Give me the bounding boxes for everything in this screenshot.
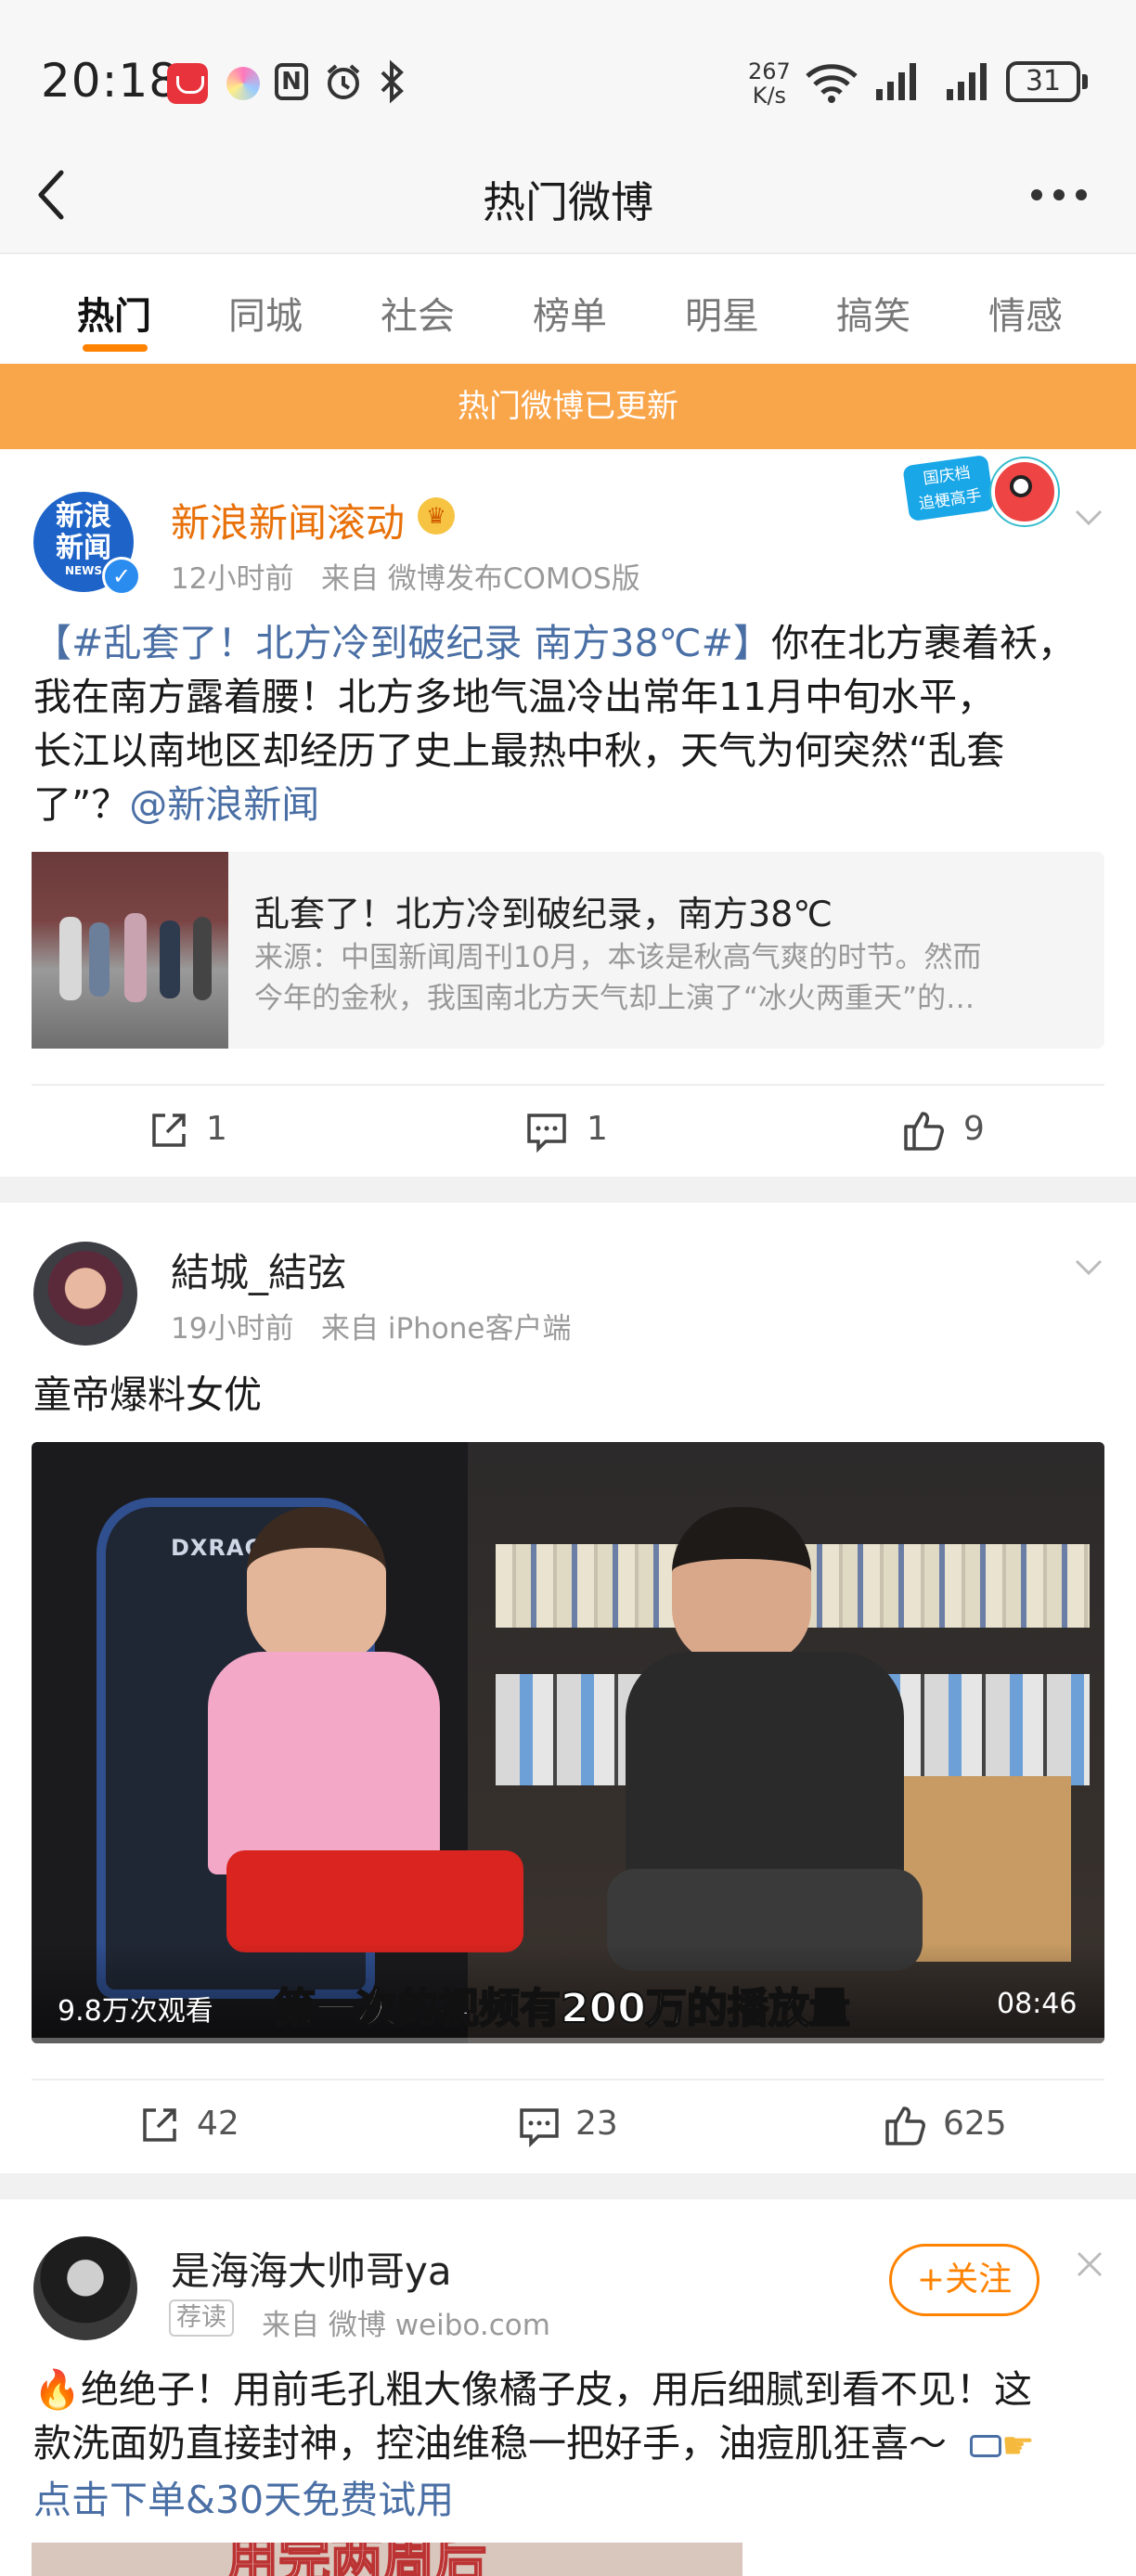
page-title: 热门微博 <box>483 177 653 227</box>
wifi-icon <box>806 64 858 103</box>
repost-count: 1 <box>206 1110 227 1148</box>
thumbs-up-icon <box>904 1112 944 1151</box>
color-circle-icon <box>226 67 260 100</box>
alarm-icon <box>327 64 360 99</box>
signal-icon <box>876 63 916 100</box>
post-source: 来自 微博发布COMOS版 <box>321 562 640 596</box>
comment-icon <box>527 1114 566 1153</box>
post-source: 来自 微博 weibo.com <box>262 2309 550 2342</box>
post-text: 🔥绝绝子！用前毛孔粗大像橘子皮，用后细腻到看不见！这 款洗面奶直接封神，控油维稳… <box>33 2363 1119 2527</box>
post-image-text: 用完两周后 <box>226 2543 487 2576</box>
person-left-shirt <box>208 1652 440 1874</box>
avatar[interactable] <box>33 1242 137 1346</box>
action-divider <box>32 2079 1104 2080</box>
video-player[interactable]: DXRACER 第一次的视频有200万的播放量 9.8万次观看 08:46 <box>32 1442 1104 2043</box>
post-time: 12小时前 <box>171 562 294 596</box>
article-desc-line1: 来源：中国新闻周刊10月，本该是秋高气爽的时节。然而 <box>254 941 982 974</box>
huawei-appgallery-icon <box>167 63 208 104</box>
comment-icon <box>520 2108 559 2147</box>
post-image[interactable]: 用完两周后 <box>32 2543 742 2576</box>
post-author[interactable]: 結城_結弦 <box>171 1242 346 1298</box>
person-left-shorts <box>226 1850 523 1952</box>
like-count: 625 <box>943 2105 1007 2143</box>
post-text: 【#乱套了！北方冷到破纪录 南方38℃#】你在北方裹着袄， 我在南方露着腰！北方… <box>33 616 1110 831</box>
post-text-line2: 款洗面奶直接封神，控油维稳一把好手，油痘肌狂喜～ <box>33 2421 947 2466</box>
comment-count: 1 <box>587 1110 608 1148</box>
post-separator <box>0 1177 1136 1203</box>
video-progress-track <box>32 2038 1104 2043</box>
post-text-line1: 【#乱套了！北方冷到破纪录 南方38℃#】你在北方裹着袄， <box>33 616 1110 670</box>
video-views: 9.8万次观看 <box>58 1995 213 2028</box>
tab-celebrity[interactable]: 明星 <box>666 286 778 340</box>
hashtag-link[interactable]: 【#乱套了！北方冷到破纪录 南方38℃#】 <box>33 621 771 665</box>
chevron-down-icon[interactable] <box>1073 1251 1104 1282</box>
post-text-line3: 长江以南地区却经历了史上最热中秋，天气为何突然“乱套 <box>33 728 1005 773</box>
status-time: 20:18 <box>41 54 180 108</box>
video-camera-icon <box>970 2435 1002 2457</box>
video-subtitle: 第一次的视频有200万的播放量 <box>274 1984 851 2033</box>
avatar[interactable] <box>33 2236 137 2340</box>
net-speed-value: 267 <box>748 58 791 84</box>
post-time: 19小时前 <box>171 1312 294 1346</box>
repost-icon <box>152 1114 186 1147</box>
article-desc-line2: 今年的金秋，我国南北方天气却上演了“冰火两重天”的… <box>254 982 975 1015</box>
post-author[interactable]: 新浪新闻滚动 <box>171 492 405 548</box>
article-desc: 来源：中国新闻周刊10月，本该是秋高气爽的时节。然而 今年的金秋，我国南北方天气… <box>254 937 981 1019</box>
recommend-tag: 荐读 <box>169 2299 234 2337</box>
net-speed: 267 K/s <box>748 59 791 108</box>
crown-icon: ♛ <box>418 497 455 535</box>
repost-icon <box>143 2108 176 2142</box>
post-author[interactable]: 是海海大帅哥ya <box>171 2240 452 2297</box>
mention-link[interactable]: @新浪新闻 <box>129 782 319 827</box>
video-duration: 08:46 <box>997 1988 1078 2020</box>
like-count: 9 <box>963 1110 985 1148</box>
post-text-line2-row: 款洗面奶直接封神，控油维稳一把好手，油痘肌狂喜～ ☛ <box>33 2416 1119 2473</box>
nfc-icon: N <box>275 63 308 100</box>
post-text-line1-rest: 你在北方裹着袄， <box>770 621 1076 665</box>
active-tab-indicator <box>83 344 148 352</box>
post-text-line4-start: 了”？ <box>33 782 130 827</box>
mascot-eye <box>1010 475 1032 497</box>
battery-icon: 31 <box>1006 61 1080 102</box>
article-thumbnail <box>32 852 228 1049</box>
post-text-line2: 我在南方露着腰！北方多地气温冷出常年11月中旬水平， <box>33 675 996 719</box>
sticker-badge: 国庆档 追梗高手 <box>902 454 995 522</box>
avatar-text-line1: 新浪 <box>56 500 111 533</box>
thumbs-up-icon <box>885 2106 925 2145</box>
follow-button[interactable]: +关注 <box>889 2244 1039 2316</box>
tab-emotion[interactable]: 情感 <box>970 286 1081 340</box>
tab-ranking[interactable]: 榜单 <box>514 286 626 340</box>
battery-level: 31 <box>1025 65 1062 97</box>
update-banner[interactable]: 热门微博已更新 <box>0 364 1136 449</box>
person-right-head <box>672 1507 811 1665</box>
post-text: 童帝爆料女优 <box>33 1372 262 1417</box>
tab-funny[interactable]: 搞笑 <box>818 286 929 340</box>
repost-count: 42 <box>197 2105 239 2143</box>
person-right-shirt <box>626 1652 904 1893</box>
article-title: 乱套了！北方冷到破纪录，南方38℃ <box>254 894 833 934</box>
tab-society[interactable]: 社会 <box>362 286 473 340</box>
signal-icon <box>947 63 987 100</box>
post-text-line4: 了”？@新浪新闻 <box>33 778 1110 831</box>
tab-hot[interactable]: 热门 <box>58 286 170 340</box>
post-source: 来自 iPhone客户端 <box>321 1312 572 1346</box>
tab-local[interactable]: 同城 <box>210 286 321 340</box>
verified-badge-icon: ✓ <box>102 557 141 596</box>
net-speed-unit: K/s <box>752 83 787 109</box>
post-separator <box>0 2173 1136 2199</box>
pointing-hand-icon: ☛ <box>1001 2425 1035 2467</box>
chevron-down-icon[interactable] <box>1073 501 1104 533</box>
comment-count: 23 <box>575 2105 618 2143</box>
battery-tip <box>1082 74 1088 89</box>
bluetooth-icon <box>381 59 404 104</box>
promo-link[interactable]: 点击下单&30天免费试用 <box>33 2473 1119 2527</box>
more-dots-icon[interactable] <box>1028 186 1090 204</box>
post-text-line1: 🔥绝绝子！用前毛孔粗大像橘子皮，用后细腻到看不见！这 <box>33 2367 1033 2412</box>
person-left-head <box>247 1507 386 1665</box>
close-icon[interactable] <box>1075 2249 1104 2279</box>
action-divider <box>32 1084 1104 1086</box>
event-sticker: 国庆档 追梗高手 <box>902 454 1064 527</box>
